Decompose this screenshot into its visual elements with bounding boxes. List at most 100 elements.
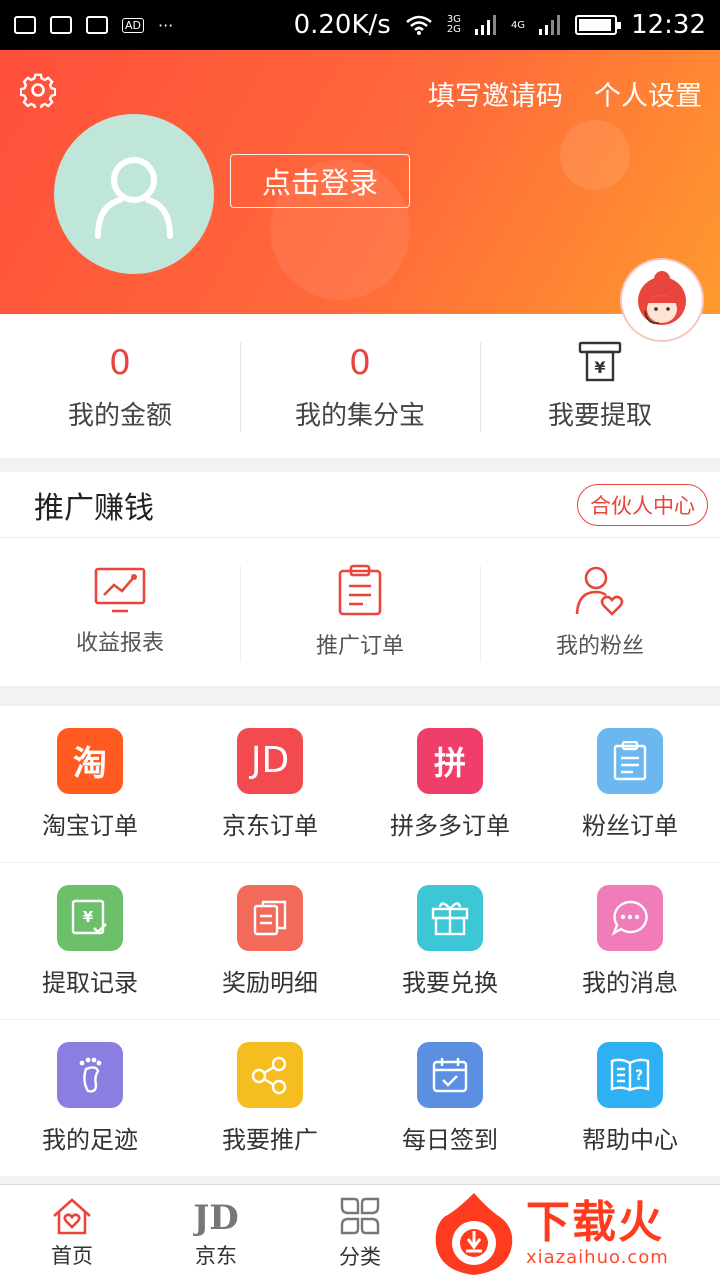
feature-grid: 淘 淘宝订单 JD 京东订单 拼 拼多多订单 粉丝订单 ¥ 提取记录 奖励明细 … [0, 706, 720, 1176]
daily-checkin[interactable]: 每日签到 [360, 1020, 540, 1177]
documents-icon [237, 884, 303, 951]
taobao-orders[interactable]: 淘 淘宝订单 [0, 706, 180, 862]
ad-notification-icon: AD [122, 17, 144, 33]
withdraw-records[interactable]: ¥ 提取记录 [0, 863, 180, 1019]
receipt-icon: ¥ [57, 884, 123, 951]
jd-icon: JD [193, 1198, 239, 1236]
message-notification-icon [86, 16, 108, 34]
profile-header: 填写邀请码 个人设置 点击登录 [0, 50, 720, 314]
sim-notification-icon [50, 16, 72, 34]
promotion-title: 推广赚钱 [34, 490, 154, 526]
pinduoduo-icon: 拼 [417, 727, 483, 794]
personal-settings-link[interactable]: 个人设置 [594, 74, 702, 113]
reward-details-label: 奖励明细 [222, 968, 318, 997]
share-icon [237, 1042, 303, 1108]
promotion-section: 推广赚钱 合伙人中心 收益报表 推广订单 我的粉丝 [0, 472, 720, 686]
signal-icon-2 [539, 15, 561, 35]
earnings-report-label: 收益报表 [75, 631, 164, 656]
nav-jd[interactable]: JD 京东 [144, 1185, 288, 1280]
pinduoduo-orders-label: 拼多多订单 [390, 811, 510, 840]
points-value: 0 [349, 342, 371, 383]
flame-logo-icon [435, 1193, 513, 1275]
fans-orders-label: 粉丝订单 [582, 811, 678, 840]
svg-text:?: ? [635, 1068, 643, 1084]
stats-panel: 0 我的金额 0 我的集分宝 ¥ 我要提取 [0, 314, 720, 458]
promotion-orders[interactable]: 推广订单 [240, 538, 480, 686]
battery-icon [575, 15, 622, 35]
pinduoduo-orders[interactable]: 拼 拼多多订单 [360, 706, 540, 862]
chart-icon [94, 567, 146, 613]
promote-label: 我要推广 [222, 1126, 318, 1154]
my-points[interactable]: 0 我的集分宝 [240, 314, 480, 458]
my-messages-label: 我的消息 [582, 968, 678, 997]
redeem-label: 我要兑换 [402, 968, 498, 997]
image-notification-icon [14, 16, 36, 34]
more-notifications-icon: ··· [158, 15, 174, 35]
nav-category[interactable]: 分类 [288, 1185, 432, 1280]
clock: 12:32 [631, 10, 706, 40]
customer-service-icon [638, 271, 686, 325]
svg-text:JD: JD [193, 1198, 239, 1236]
promotion-orders-label: 推广订单 [315, 634, 404, 659]
network-4g-label: 4G [510, 19, 526, 31]
taobao-icon: 淘 [57, 727, 123, 794]
jd-orders[interactable]: JD 京东订单 [180, 706, 360, 862]
app-root: AD ··· 0.20K/s 3G 2G 4G 12:32 填写邀请码 个人设置… [0, 0, 720, 1280]
balance-value: 0 [109, 342, 131, 383]
clipboard-icon [597, 727, 663, 794]
nav-jd-label: 京东 [195, 1243, 237, 1268]
taobao-orders-label: 淘宝订单 [42, 811, 138, 840]
category-icon [340, 1197, 380, 1234]
fans-icon [575, 566, 624, 616]
clipboard-icon [338, 564, 382, 616]
my-footprints[interactable]: 我的足迹 [0, 1020, 180, 1177]
daily-checkin-label: 每日签到 [402, 1126, 498, 1154]
nav-home-label: 首页 [51, 1243, 93, 1268]
my-balance[interactable]: 0 我的金额 [0, 314, 240, 458]
promotion-header: 推广赚钱 合伙人中心 [0, 472, 720, 538]
withdraw-icon: ¥ [578, 341, 622, 381]
watermark-url: xiazaihuo.com [526, 1246, 669, 1268]
svg-text:¥: ¥ [594, 358, 605, 377]
reward-details[interactable]: 奖励明细 [180, 863, 360, 1019]
my-fans-label: 我的粉丝 [555, 634, 644, 659]
my-footprints-label: 我的足迹 [42, 1126, 138, 1154]
footprint-icon [57, 1042, 123, 1108]
customer-service-button[interactable] [620, 258, 704, 342]
network-speed: 0.20K/s [293, 10, 391, 40]
avatar[interactable] [54, 114, 214, 274]
network-type-icon: 3G 2G [446, 14, 461, 35]
gift-icon [417, 884, 483, 951]
balance-label: 我的金额 [67, 400, 172, 431]
help-center[interactable]: ? 帮助中心 [540, 1020, 720, 1177]
watermark-text: 下载火 [526, 1196, 664, 1248]
jd-icon: JD [237, 727, 303, 794]
my-messages[interactable]: 我的消息 [540, 863, 720, 1019]
svg-text:¥: ¥ [83, 908, 94, 926]
my-fans[interactable]: 我的粉丝 [480, 538, 720, 686]
gear-icon[interactable] [20, 72, 56, 108]
status-bar: AD ··· 0.20K/s 3G 2G 4G 12:32 [0, 0, 720, 50]
withdraw-label: 我要提取 [547, 400, 652, 431]
nav-home[interactable]: 首页 [0, 1185, 144, 1280]
withdraw-records-label: 提取记录 [42, 968, 138, 997]
login-button[interactable]: 点击登录 [230, 154, 410, 208]
wifi-icon [406, 15, 432, 35]
promote[interactable]: 我要推广 [180, 1020, 360, 1177]
nav-category-label: 分类 [339, 1244, 381, 1269]
fans-orders[interactable]: 粉丝订单 [540, 706, 720, 862]
home-icon [53, 1197, 91, 1234]
redeem[interactable]: 我要兑换 [360, 863, 540, 1019]
signal-icon [474, 15, 496, 35]
chat-bubble-icon [597, 884, 663, 951]
help-center-label: 帮助中心 [582, 1126, 678, 1154]
points-label: 我的集分宝 [294, 400, 425, 431]
watermark-logo: 下载火 xiazaihuo.com [426, 1186, 720, 1280]
calendar-icon [417, 1042, 483, 1108]
partner-center-button[interactable]: 合伙人中心 [577, 483, 708, 526]
earnings-report[interactable]: 收益报表 [0, 538, 240, 686]
jd-orders-label: 京东订单 [222, 811, 318, 840]
decorative-circle [560, 120, 630, 190]
invite-code-link[interactable]: 填写邀请码 [428, 74, 563, 113]
help-book-icon: ? [597, 1042, 663, 1108]
